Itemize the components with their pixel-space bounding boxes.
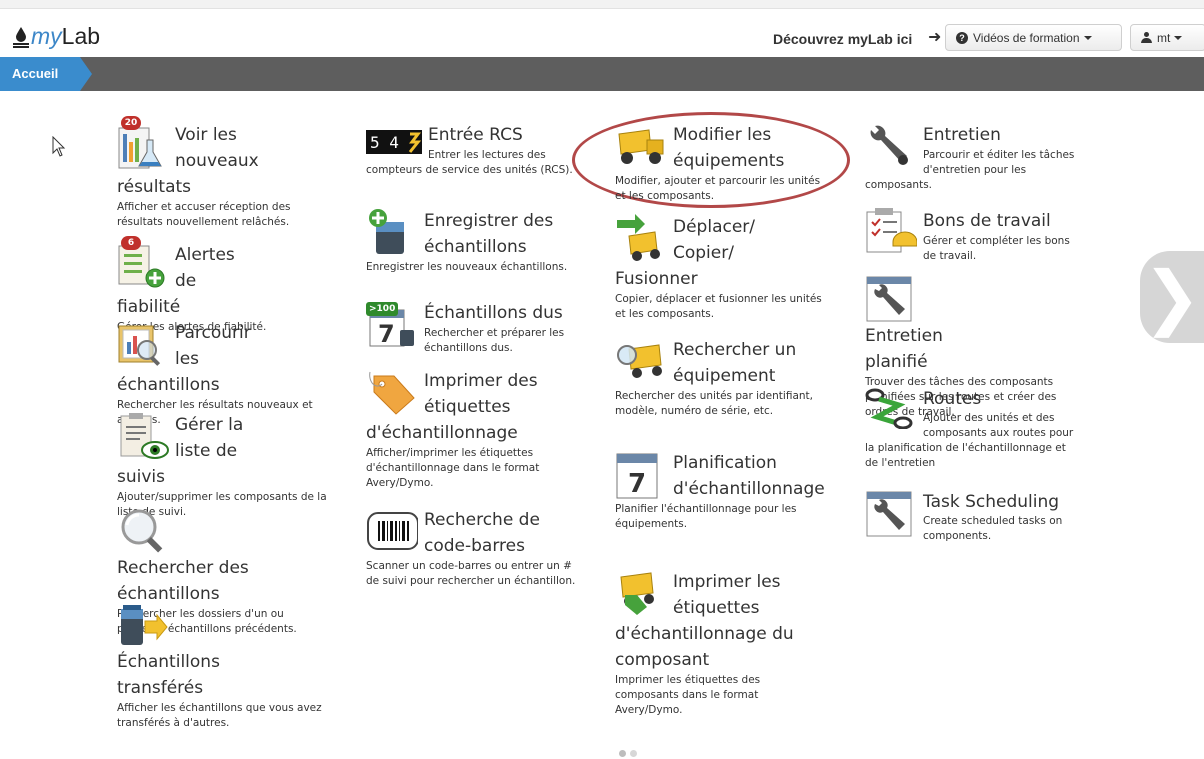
dump-truck-icon (615, 122, 667, 170)
tile-desc: Rechercher des unités par identifiant, m… (615, 390, 813, 417)
watchlist-eye-icon (117, 412, 169, 460)
tile-print-sample-labels[interactable]: Imprimer des étiquettes d'échantillonnag… (366, 368, 581, 491)
page-dot-2[interactable] (630, 750, 637, 757)
user-label: mt (1157, 30, 1171, 45)
tile-search-equipment[interactable]: Rechercher un équipement Rechercher des … (615, 337, 830, 419)
logo-lab: Lab (61, 23, 101, 49)
new-results-badge: 20 (121, 116, 141, 130)
app-header: my Lab Découvrez myLab ici ➜ ? Vidéos de … (0, 9, 1204, 56)
logo-my: my (31, 23, 62, 49)
barcode-icon (366, 507, 419, 555)
results-flask-icon: 20 (117, 116, 169, 170)
due-badge: >100 (366, 302, 399, 316)
tile-task-scheduling[interactable]: Task Scheduling Create scheduled tasks o… (865, 490, 1080, 544)
reliability-alert-icon: 6 (117, 236, 169, 290)
drop-logo-icon (12, 26, 30, 48)
search-truck-icon (615, 337, 667, 385)
transfer-bottle-icon (117, 601, 169, 649)
tile-desc: Afficher et accuser réception des résult… (117, 201, 291, 228)
mouse-cursor-icon (52, 135, 66, 162)
tile-print-component-labels[interactable]: Imprimer les étiquettes d'échantillonnag… (615, 569, 830, 718)
page-dot-1[interactable] (619, 750, 626, 757)
counter-digits-icon: 5 4 (366, 122, 422, 158)
tile-work-orders[interactable]: Bons de travail Gérer et compléter les b… (865, 208, 1080, 264)
tile-desc: Enregistrer les nouveaux échantillons. (366, 261, 568, 273)
browse-samples-icon (117, 320, 169, 368)
tile-desc: Imprimer les étiquettes des composants d… (615, 674, 761, 716)
tile-rcs-entry[interactable]: 5 4 Entrée RCS Entrer les lectures des c… (366, 122, 581, 178)
register-bottle-icon (366, 208, 418, 256)
route-icon (865, 387, 917, 430)
calendar-due-icon: 7 >100 (366, 300, 418, 348)
counter-digits: 5 4 (370, 133, 399, 152)
mylab-logo[interactable]: my Lab (12, 23, 100, 50)
wrench-icon (865, 122, 917, 170)
tag-label-icon (366, 368, 418, 416)
tile-new-results[interactable]: 20 Voir les nouveaux résultats Afficher … (117, 116, 332, 230)
tile-watchlist[interactable]: Gérer la liste de suivis Ajouter/supprim… (117, 412, 332, 520)
calendar-day: 7 (378, 320, 395, 348)
tile-desc: Planifier l'échantillonnage pour les équ… (615, 503, 797, 530)
tile-desc: Afficher/imprimer les étiquettes d'échan… (366, 447, 540, 489)
top-border (0, 0, 1204, 9)
user-icon (1141, 32, 1152, 43)
magnifier-icon (117, 507, 169, 555)
training-videos-button[interactable]: ? Vidéos de formation (945, 24, 1122, 51)
tile-desc: Scanner un code-barres ou entrer un # de… (366, 560, 576, 587)
tile-sampling-planning[interactable]: 7 Planification d'échantillonnage Planif… (615, 450, 830, 532)
training-videos-label: Vidéos de formation (973, 30, 1080, 45)
calendar-icon: 7 (615, 450, 667, 502)
chevron-down-icon (1083, 35, 1092, 40)
tile-transferred-samples[interactable]: Échantillons transférés Afficher les éch… (117, 601, 332, 731)
discover-link[interactable]: Découvrez myLab ici (773, 31, 912, 47)
user-menu-button[interactable]: mt (1130, 24, 1204, 51)
nav-bar: Accueil (0, 57, 1204, 91)
alerts-badge: 6 (121, 236, 141, 250)
truck-tag-icon (615, 569, 667, 617)
task-schedule-icon (865, 490, 917, 538)
tile-move-copy-merge[interactable]: Déplacer/ Copier/ Fusionner Copier, dépl… (615, 214, 830, 322)
calendar-day: 7 (628, 469, 646, 499)
tile-register-samples[interactable]: Enregistrer des échantillons Enregistrer… (366, 208, 581, 275)
tile-desc: Copier, déplacer et fusionner les unités… (615, 293, 822, 320)
work-order-icon (865, 208, 918, 256)
tile-modify-equipment[interactable]: Modifier les équipements Modifier, ajout… (615, 122, 830, 204)
arrow-right-icon: ➜ (928, 27, 942, 46)
tile-maintenance[interactable]: Entretien Parcourir et éditer les tâches… (865, 122, 1080, 193)
pagination-dots (619, 750, 637, 757)
tile-routes[interactable]: Routes Ajouter des unités et des composa… (865, 387, 1080, 471)
question-icon: ? (956, 31, 968, 44)
scheduled-wrench-icon (865, 275, 917, 323)
chevron-down-icon (1174, 35, 1183, 40)
tile-desc: Afficher les échantillons que vous avez … (117, 702, 322, 729)
next-page-button[interactable]: ❯ (1140, 251, 1204, 343)
tab-home[interactable]: Accueil (0, 57, 92, 91)
tile-barcode-search[interactable]: Recherche de code-barres Scanner un code… (366, 507, 581, 589)
tile-samples-due[interactable]: 7 >100 Échantillons dus Rechercher et pr… (366, 300, 581, 356)
tile-desc: Modifier, ajouter et parcourir les unité… (615, 175, 821, 202)
move-truck-icon (615, 214, 667, 262)
